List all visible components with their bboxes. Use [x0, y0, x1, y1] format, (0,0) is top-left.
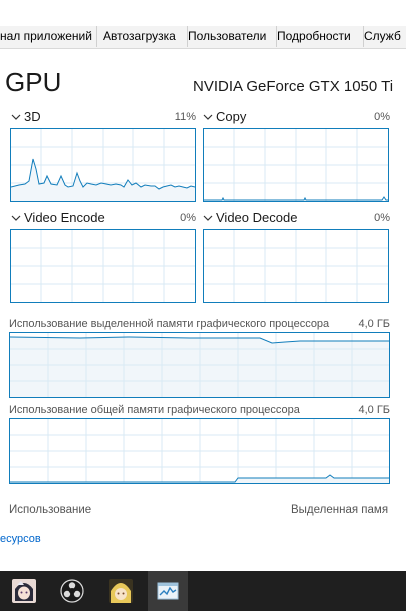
taskbar-task-manager[interactable] — [148, 571, 188, 611]
shared-memory-label: Использование общей памяти графического … — [9, 404, 300, 416]
utilization-label: Использование — [9, 504, 92, 516]
tab-services[interactable]: Служб — [358, 26, 406, 47]
taskbar-app-1[interactable] — [4, 571, 44, 611]
chevron-down-icon[interactable] — [203, 112, 213, 122]
task-manager-icon — [157, 582, 179, 600]
engine-video-encode-graph — [10, 229, 196, 303]
engine-copy-label[interactable]: Copy — [216, 109, 246, 125]
shared-memory-max: 4,0 ГБ — [358, 404, 390, 416]
dedicated-memory-graph-canvas — [10, 333, 389, 397]
engine-3d-percent: 11% — [174, 111, 196, 123]
engine-video-decode-label[interactable]: Video Decode — [216, 210, 297, 226]
dedicated-memory-graph — [9, 332, 390, 398]
engine-3d-label[interactable]: 3D — [24, 109, 41, 125]
obs-icon — [60, 579, 84, 603]
dedicated-memory-stat-label: Выделенная памя — [291, 504, 389, 516]
page-title: GPU — [5, 67, 62, 97]
tab-label: Пользователи — [188, 29, 267, 43]
tab-apps-history[interactable]: нал приложений — [0, 26, 97, 47]
tab-bar: нал приложений Автозагрузка Пользователи… — [0, 26, 406, 49]
engine-video-decode-percent: 0% — [374, 212, 390, 224]
tab-details[interactable]: Подробности — [271, 26, 364, 47]
chevron-down-icon[interactable] — [203, 213, 213, 223]
engine-video-encode-graph-canvas — [11, 230, 195, 302]
engine-video-encode-label[interactable]: Video Encode — [24, 210, 105, 226]
tab-users[interactable]: Пользователи — [182, 26, 277, 47]
engine-video-encode-percent: 0% — [180, 212, 196, 224]
anime-avatar-icon — [12, 579, 36, 603]
gpu-model-name: NVIDIA GeForce GTX 1050 Ti — [193, 78, 394, 95]
resource-monitor-link[interactable]: есурсов — [0, 532, 41, 546]
dedicated-memory-label: Использование выделенной памяти графичес… — [9, 318, 330, 330]
engine-video-decode-graph-canvas — [204, 230, 388, 302]
engine-copy-graph — [203, 128, 389, 202]
dedicated-memory-max: 4,0 ГБ — [358, 318, 390, 330]
anime-character-icon — [109, 579, 133, 603]
taskbar-app-2[interactable] — [52, 571, 92, 611]
engine-video-decode-graph — [203, 229, 389, 303]
engine-3d-graph — [10, 128, 196, 202]
tab-startup[interactable]: Автозагрузка — [97, 26, 188, 47]
tab-label: Автозагрузка — [103, 29, 176, 43]
task-manager-gpu-page: нал приложений Автозагрузка Пользователи… — [0, 0, 406, 611]
taskbar — [0, 571, 406, 611]
chevron-down-icon[interactable] — [11, 112, 21, 122]
tab-label: нал приложений — [0, 29, 92, 43]
tab-label: Подробности — [277, 29, 351, 43]
chevron-down-icon[interactable] — [11, 213, 21, 223]
tab-label: Служб — [364, 29, 401, 43]
taskbar-app-3[interactable] — [101, 571, 141, 611]
engine-copy-graph-canvas — [204, 129, 388, 201]
engine-copy-percent: 0% — [374, 111, 390, 123]
shared-memory-graph — [9, 418, 390, 484]
shared-memory-graph-canvas — [10, 419, 389, 483]
engine-3d-graph-canvas — [11, 129, 195, 201]
